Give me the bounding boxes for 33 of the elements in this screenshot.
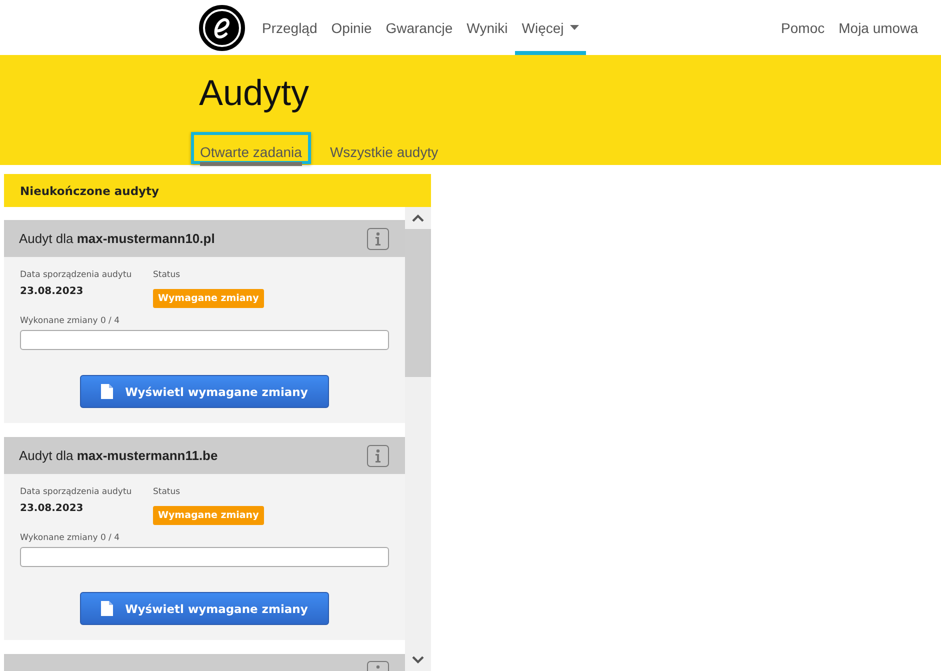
- nav-link[interactable]: Moja umowa: [832, 4, 925, 55]
- status-label: Status: [153, 270, 182, 280]
- scroll-down-icon[interactable]: [412, 656, 424, 664]
- progress-label: Wykonane zmiany 0 / 4: [20, 316, 121, 326]
- logo-icon[interactable]: [199, 4, 245, 50]
- scrollbar[interactable]: [405, 207, 431, 671]
- scrollbar-thumb[interactable]: [405, 229, 431, 377]
- panel-title: Nieukończone audyty: [4, 174, 431, 207]
- date-label: Data sporządzenia audytu: [20, 270, 133, 280]
- status-label: Status: [153, 487, 182, 497]
- view-changes-button[interactable]: Wyświetl wymagane zmiany: [80, 375, 329, 408]
- page-title: Audyty: [199, 71, 310, 115]
- nav-link[interactable]: Przegląd: [255, 4, 324, 55]
- info-icon[interactable]: [367, 228, 389, 250]
- view-changes-button[interactable]: Wyświetl wymagane zmiany: [80, 592, 329, 625]
- audit-title: Audyt dla max-mustermann10.pl: [19, 231, 216, 246]
- date-label: Data sporządzenia audytu: [20, 487, 133, 497]
- tab[interactable]: Otwarte zadania: [191, 132, 311, 164]
- audit-date: 23.08.2023: [20, 286, 84, 297]
- nav-link[interactable]: Wyniki: [460, 4, 515, 55]
- status-badge: Wymagane zmiany: [153, 506, 264, 525]
- info-icon[interactable]: [367, 444, 389, 466]
- nav-link[interactable]: Opinie: [324, 4, 379, 55]
- tab[interactable]: Wszystkie audyty: [320, 132, 448, 164]
- status-badge: Wymagane zmiany: [153, 289, 264, 308]
- audit-date: 23.08.2023: [20, 503, 84, 514]
- scroll-up-icon[interactable]: [412, 214, 424, 222]
- document-icon: [101, 601, 114, 616]
- nav-link[interactable]: Pomoc: [774, 4, 832, 55]
- progress-label: Wykonane zmiany 0 / 4: [20, 533, 121, 543]
- nav-link[interactable]: Gwarancje: [378, 4, 460, 55]
- audit-title: Audyt dla max-mustermann11.be: [19, 448, 219, 463]
- document-icon: [101, 384, 114, 399]
